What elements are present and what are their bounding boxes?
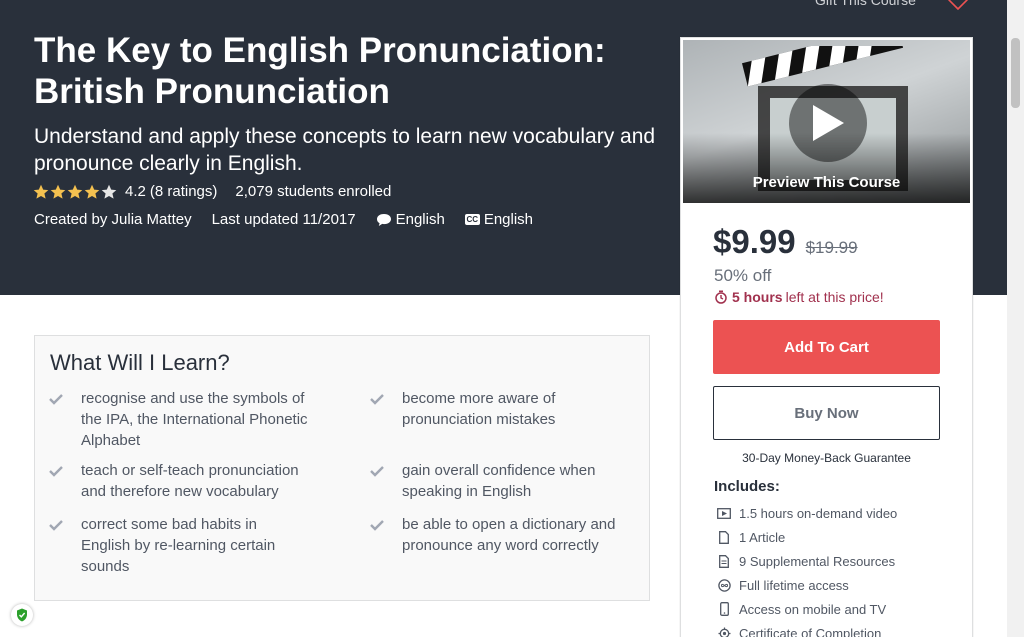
- infinity-icon: [717, 578, 731, 592]
- wishlist-heart-icon[interactable]: [947, 0, 969, 10]
- timer-hours: 5 hours: [732, 289, 783, 305]
- check-icon: [370, 388, 402, 460]
- includes-item: 9 Supplemental Resources: [717, 549, 897, 573]
- star-icon: [101, 184, 117, 199]
- page-scrollbar[interactable]: [1007, 0, 1024, 637]
- star-icon: [67, 184, 83, 199]
- add-to-cart-button[interactable]: Add To Cart: [713, 320, 940, 374]
- star-rating: [33, 184, 117, 200]
- rating-count[interactable]: (8 ratings): [150, 183, 218, 200]
- star-icon: [33, 184, 49, 199]
- learn-item: be able to open a dictionary and pronoun…: [370, 514, 635, 556]
- closed-captions-badge: CC: [464, 214, 480, 225]
- scrollbar-thumb[interactable]: [1011, 38, 1020, 108]
- price-row: $9.99 $19.99: [713, 223, 858, 261]
- last-updated: Last updated 11/2017: [211, 211, 356, 228]
- closed-captions-icon: CC: [464, 214, 480, 225]
- video-icon: [717, 507, 731, 519]
- created-by[interactable]: Created by Julia Mattey: [34, 211, 192, 228]
- buy-now-button[interactable]: Buy Now: [713, 386, 940, 440]
- check-icon: [49, 460, 81, 514]
- speech-bubble-icon: [376, 213, 392, 227]
- includes-item-label: 1.5 hours on-demand video: [739, 505, 898, 521]
- includes-item: Full lifetime access: [717, 573, 897, 597]
- course-title: The Key to English Pronunciation: Britis…: [34, 31, 606, 111]
- course-language: English: [376, 211, 445, 228]
- gift-course[interactable]: Gift This Course: [815, 0, 968, 10]
- includes-item-label: Access on mobile and TV: [739, 601, 887, 617]
- learn-item-text: correct some bad habits in English by re…: [81, 516, 276, 575]
- check-icon: [370, 460, 402, 514]
- includes-list: 1.5 hours on-demand video 1 Article 9 Su…: [717, 501, 897, 637]
- resources-icon: [717, 554, 731, 568]
- price-timer: 5 hours left at this price!: [714, 289, 884, 305]
- security-shield-icon[interactable]: [11, 604, 33, 626]
- star-icon: [50, 184, 66, 199]
- course-subtitle: Understand and apply these concepts to l…: [34, 125, 656, 175]
- what-will-i-learn: What Will I Learn? recognise and use the…: [34, 335, 650, 601]
- discount-label: 50% off: [714, 266, 772, 285]
- original-price: $19.99: [805, 238, 858, 257]
- article-icon: [717, 530, 731, 544]
- learn-item-text: teach or self-teach pronunciation and th…: [81, 462, 299, 500]
- check-icon: [370, 514, 402, 556]
- learn-item: recognise and use the symbols of the IPA…: [49, 388, 309, 460]
- certificate-icon: [717, 627, 731, 637]
- preview-label[interactable]: Preview This Course: [683, 174, 970, 191]
- learn-item-text: become more aware of pronunciation mista…: [402, 390, 556, 428]
- language-label: English: [395, 211, 445, 228]
- learn-item-text: be able to open a dictionary and pronoun…: [402, 516, 616, 554]
- learn-item: teach or self-teach pronunciation and th…: [49, 460, 309, 514]
- learn-heading: What Will I Learn?: [50, 350, 230, 375]
- money-back-guarantee: 30-Day Money-Back Guarantee: [742, 451, 911, 465]
- course-meta: Created by Julia Mattey Last updated 11/…: [34, 211, 553, 228]
- includes-item: 1 Article: [717, 525, 897, 549]
- course-captions: CC English: [464, 211, 534, 228]
- rating-row: 4.2 (8 ratings) 2,079 students enrolled: [33, 183, 391, 200]
- learn-item-text: gain overall confidence when speaking in…: [402, 462, 596, 500]
- learn-item: become more aware of pronunciation mista…: [370, 388, 635, 460]
- learn-item: gain overall confidence when speaking in…: [370, 460, 635, 514]
- includes-item-label: Full lifetime access: [739, 577, 849, 593]
- learn-item-text: recognise and use the symbols of the IPA…: [81, 390, 308, 449]
- course-preview[interactable]: Preview This Course: [683, 40, 970, 203]
- includes-item-label: Certificate of Completion: [739, 625, 882, 637]
- check-icon: [49, 514, 81, 577]
- includes-item-label: 9 Supplemental Resources: [739, 553, 896, 569]
- includes-item-label: 1 Article: [739, 529, 786, 545]
- learn-column-right: become more aware of pronunciation mista…: [370, 388, 635, 556]
- enrolled-count: 2,079 students enrolled: [235, 183, 392, 200]
- play-icon[interactable]: [789, 84, 867, 162]
- includes-item: Certificate of Completion: [717, 621, 897, 637]
- stopwatch-icon: [715, 290, 727, 304]
- check-icon: [49, 388, 81, 460]
- learn-column-left: recognise and use the symbols of the IPA…: [49, 388, 309, 577]
- timer-suffix: left at this price!: [785, 289, 884, 305]
- gift-course-label[interactable]: Gift This Course: [815, 0, 916, 8]
- mobile-icon: [717, 602, 731, 616]
- purchase-sidebar: Preview This Course $9.99 $19.99 50% off…: [680, 37, 973, 637]
- rating-value: 4.2: [125, 183, 146, 200]
- star-icon: [84, 184, 100, 199]
- current-price: $9.99: [713, 223, 796, 260]
- includes-item: Access on mobile and TV: [717, 597, 897, 621]
- captions-label: English: [483, 211, 534, 228]
- learn-item: correct some bad habits in English by re…: [49, 514, 309, 577]
- includes-heading: Includes:: [714, 478, 780, 495]
- includes-item: 1.5 hours on-demand video: [717, 501, 897, 525]
